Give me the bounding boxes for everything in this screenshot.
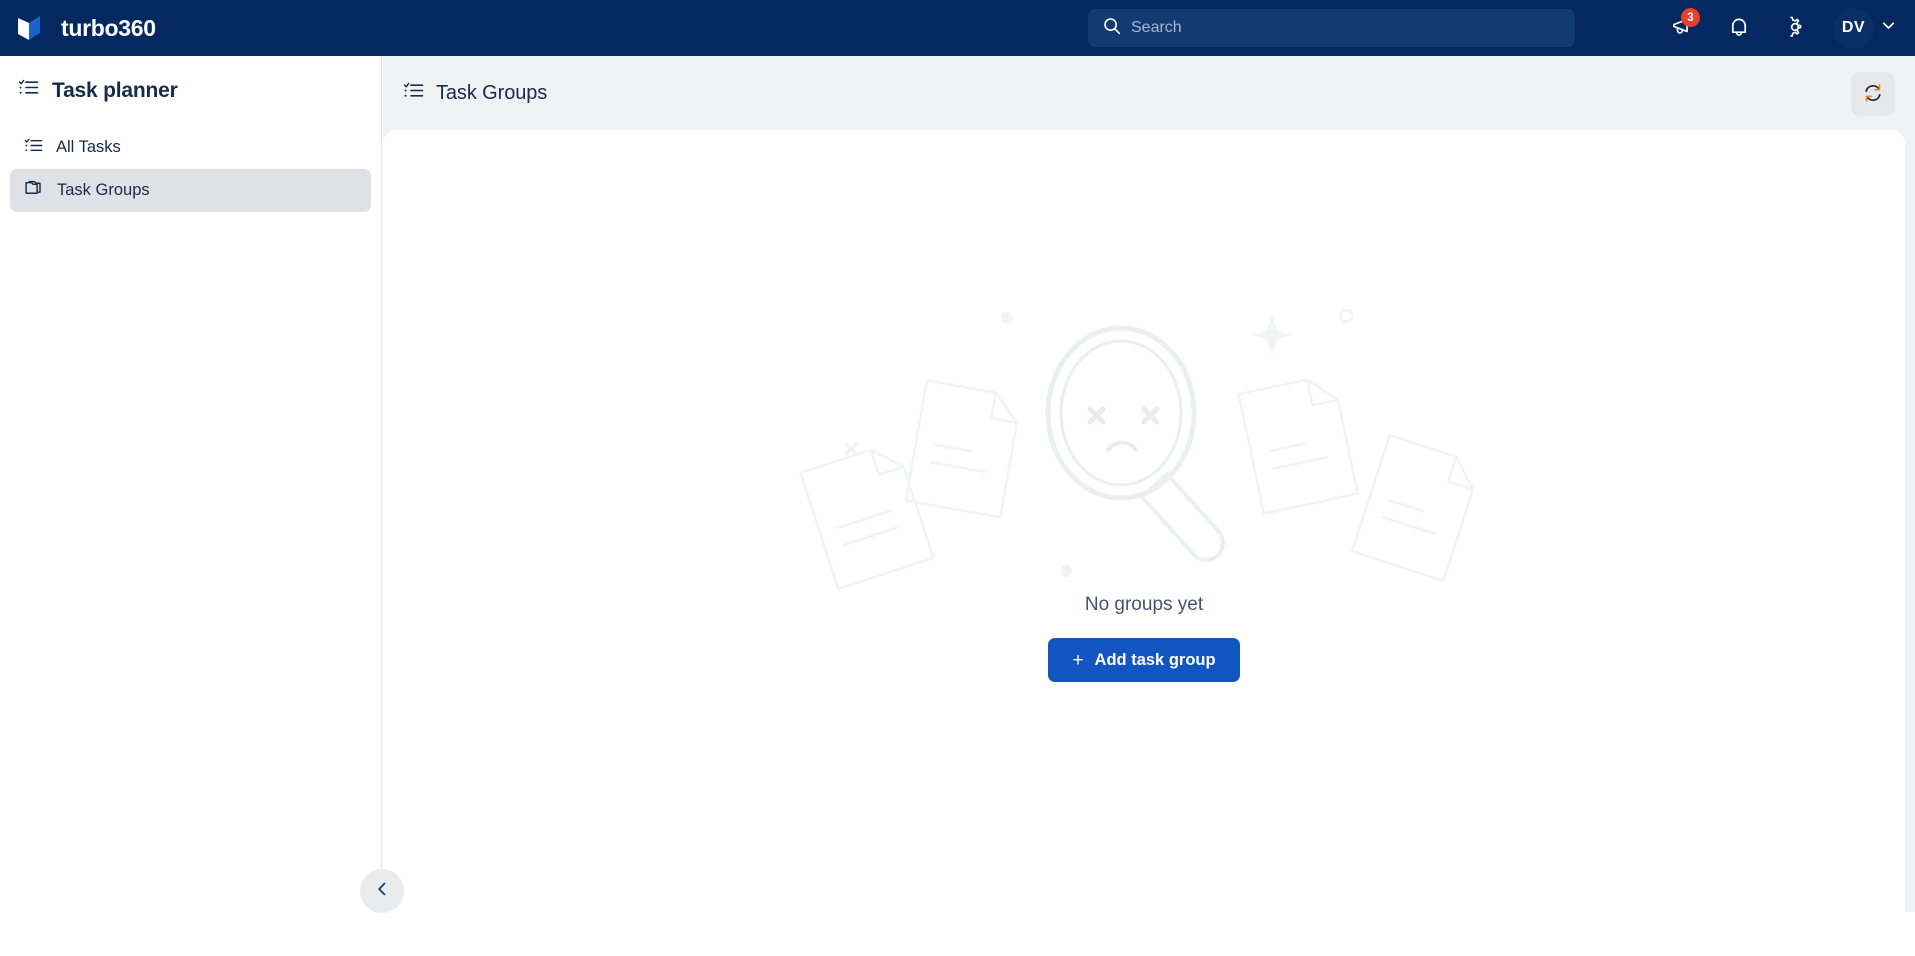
gear-icon	[1782, 14, 1808, 43]
sidebar-item-task-groups[interactable]: Task Groups	[10, 169, 371, 212]
main-content: Task Groups No groups yet + Add task gro…	[383, 56, 1915, 956]
plus-icon: +	[1072, 649, 1084, 671]
empty-state: No groups yet + Add task group	[383, 130, 1905, 830]
sidebar-nav-list: All Tasks Task Groups	[0, 126, 381, 212]
list-check-icon	[18, 77, 39, 104]
user-menu[interactable]: DV	[1833, 7, 1897, 49]
main-header: Task Groups	[383, 56, 1915, 130]
add-task-group-button[interactable]: + Add task group	[1048, 638, 1240, 682]
chevron-down-icon	[1880, 17, 1897, 39]
sidebar-title: Task planner	[0, 56, 381, 104]
bell-icon	[1726, 14, 1752, 43]
refresh-icon	[1862, 82, 1884, 107]
turbo360-chevron-logo-icon	[13, 11, 47, 45]
sidebar: Task planner All Tasks Task Groups	[0, 56, 382, 912]
chevron-left-icon	[373, 880, 391, 903]
task-groups-panel: No groups yet + Add task group	[383, 130, 1905, 956]
sidebar-item-label: Task Groups	[57, 181, 150, 199]
page-title-label: Task Groups	[436, 81, 548, 104]
search-input[interactable]	[1131, 19, 1560, 37]
sidebar-item-all-tasks[interactable]: All Tasks	[10, 126, 371, 169]
announcements-badge: 3	[1681, 8, 1700, 27]
search-icon	[1103, 17, 1121, 40]
settings-button[interactable]	[1767, 0, 1823, 56]
search-box[interactable]	[1088, 9, 1575, 47]
avatar: DV	[1833, 7, 1874, 49]
page-title: Task Groups	[403, 80, 547, 107]
empty-state-message: No groups yet	[1084, 594, 1204, 615]
top-navbar: turbo360 3	[0, 0, 1915, 56]
folder-icon	[24, 178, 44, 203]
sidebar-item-label: All Tasks	[56, 138, 121, 156]
list-check-icon	[24, 136, 43, 160]
add-task-group-label: Add task group	[1094, 650, 1216, 669]
brand[interactable]: turbo360	[0, 11, 156, 45]
list-check-icon	[403, 80, 424, 107]
sad-magnifier-with-documents-illustration	[794, 278, 1494, 608]
notifications-button[interactable]	[1711, 0, 1767, 56]
refresh-button[interactable]	[1851, 72, 1895, 116]
brand-name: turbo360	[61, 14, 156, 41]
navbar-actions: 3 DV	[1655, 0, 1915, 56]
sidebar-title-label: Task planner	[52, 78, 178, 102]
sidebar-collapse-button[interactable]	[360, 869, 404, 913]
announcements-button[interactable]: 3	[1655, 0, 1711, 56]
